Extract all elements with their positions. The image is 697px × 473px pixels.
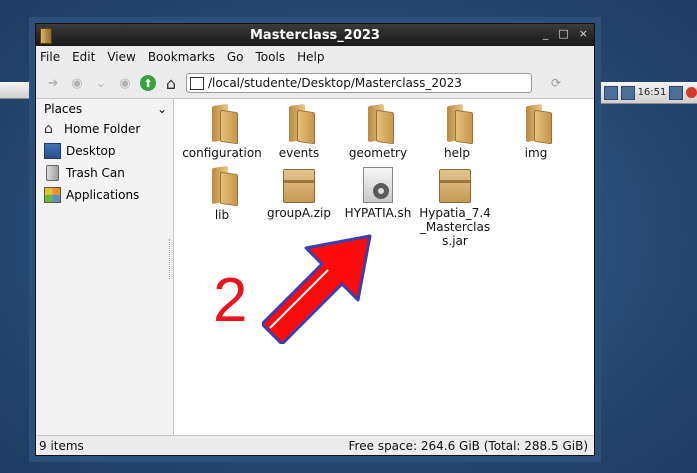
window-title: Masterclass_2023: [250, 27, 380, 43]
menu-bar: File Edit View Bookmarks Go Tools Help: [36, 46, 594, 68]
file-item-hypatia-sh[interactable]: HYPATIA.sh: [338, 167, 418, 220]
file-item-groupa-zip[interactable]: groupA.zip: [259, 167, 339, 220]
minimize-button[interactable]: _: [543, 27, 549, 40]
file-label: img: [524, 146, 548, 160]
file-item-events[interactable]: events: [259, 103, 339, 160]
file-label: Hypatia_7.4_Masterclass.jar: [419, 206, 491, 248]
applications-icon: [44, 187, 61, 203]
script-icon: [363, 167, 393, 203]
desktop-panel: 16:51: [600, 82, 697, 104]
folder-icon: [439, 103, 475, 145]
file-label: geometry: [348, 146, 408, 160]
desktop-panel-left: [0, 82, 36, 99]
sidebar-item-label: Desktop: [66, 144, 116, 158]
sidebar-item-desktop[interactable]: Desktop: [36, 140, 173, 162]
menu-file[interactable]: File: [40, 48, 60, 66]
file-item-configuration[interactable]: configuration: [182, 103, 262, 160]
free-space: Free space: 264.6 GiB (Total: 288.5 GiB): [348, 438, 588, 453]
sidebar-item-label: Home Folder: [64, 122, 141, 136]
address-bar[interactable]: /local/studente/Desktop/Masterclass_2023: [186, 73, 532, 93]
window-controls: _ □ ×: [543, 27, 588, 40]
file-item-hypatia-jar[interactable]: Hypatia_7.4_Masterclass.jar: [417, 167, 493, 248]
tray-icon[interactable]: [604, 85, 618, 100]
file-label: groupA.zip: [267, 206, 331, 220]
history-chevron-icon[interactable]: ⌄: [92, 74, 110, 92]
up-folder-icon[interactable]: ⬆: [140, 75, 156, 91]
menu-view[interactable]: View: [107, 48, 135, 66]
folder-icon: [204, 103, 240, 145]
address-text: /local/studente/Desktop/Masterclass_2023: [208, 76, 462, 90]
file-label: events: [278, 146, 320, 160]
file-item-lib[interactable]: lib: [182, 165, 262, 222]
menu-help[interactable]: Help: [297, 48, 324, 66]
folder-icon: [518, 103, 554, 145]
desktop-icon: [44, 143, 61, 159]
folder-icon: [281, 103, 317, 145]
home-icon[interactable]: ⌂: [162, 74, 180, 93]
trash-icon: [46, 165, 59, 181]
back-arrow-icon[interactable]: ➜: [44, 74, 62, 92]
sidebar-item-label: Trash Can: [66, 166, 125, 180]
close-button[interactable]: ×: [579, 27, 588, 40]
folder-icon: [190, 76, 204, 90]
folder-icon: [204, 165, 240, 207]
places-sidebar: Places ⌄ ⌂ Home Folder Desktop Trash Can…: [36, 99, 174, 435]
folder-icon: [360, 103, 396, 145]
status-bar: 9 items Free space: 264.6 GiB (Total: 28…: [36, 435, 594, 455]
annotation-step-number: 2: [213, 266, 248, 335]
menu-edit[interactable]: Edit: [72, 48, 95, 66]
file-item-geometry[interactable]: geometry: [338, 103, 418, 160]
tray-icon[interactable]: [620, 85, 635, 100]
archive-icon: [439, 169, 471, 203]
go-icon[interactable]: ⟳: [546, 73, 566, 93]
file-label: configuration: [182, 146, 262, 160]
forward-arrow-icon[interactable]: ◉: [116, 74, 134, 92]
sidebar-item-label: Applications: [66, 188, 140, 202]
toolbar: ➜ ◉ ⌄ ◉ ⬆ ⌂ /local/studente/Desktop/Mast…: [36, 68, 594, 99]
sidebar-item-applications[interactable]: Applications: [36, 184, 173, 206]
file-label: HYPATIA.sh: [344, 206, 412, 220]
maximize-button[interactable]: □: [558, 27, 568, 40]
file-item-img[interactable]: img: [496, 103, 576, 160]
file-label: help: [444, 146, 470, 160]
menu-go[interactable]: Go: [227, 48, 244, 66]
tray-red-icon[interactable]: [686, 87, 697, 98]
archive-icon: [283, 169, 315, 203]
items-count: 9 items: [39, 438, 84, 453]
annotation-arrow-icon: [262, 234, 372, 344]
home-icon: ⌂: [44, 121, 53, 137]
title-bar[interactable]: Masterclass_2023 _ □ ×: [36, 24, 594, 46]
places-title: Places: [44, 102, 83, 116]
forward-circle-icon[interactable]: ◉: [68, 74, 86, 92]
chevron-down-icon[interactable]: ⌄: [157, 102, 167, 116]
tray-icon[interactable]: [669, 85, 684, 100]
places-header[interactable]: Places ⌄: [36, 99, 173, 118]
menu-tools[interactable]: Tools: [256, 48, 286, 66]
menu-bookmarks[interactable]: Bookmarks: [148, 48, 215, 66]
sidebar-resize-handle[interactable]: [169, 239, 173, 279]
sidebar-item-trash[interactable]: Trash Can: [36, 162, 173, 184]
file-item-help[interactable]: help: [417, 103, 497, 160]
sidebar-item-home[interactable]: ⌂ Home Folder: [36, 118, 173, 140]
panel-clock: 16:51: [637, 87, 667, 98]
file-label: lib: [214, 208, 230, 222]
